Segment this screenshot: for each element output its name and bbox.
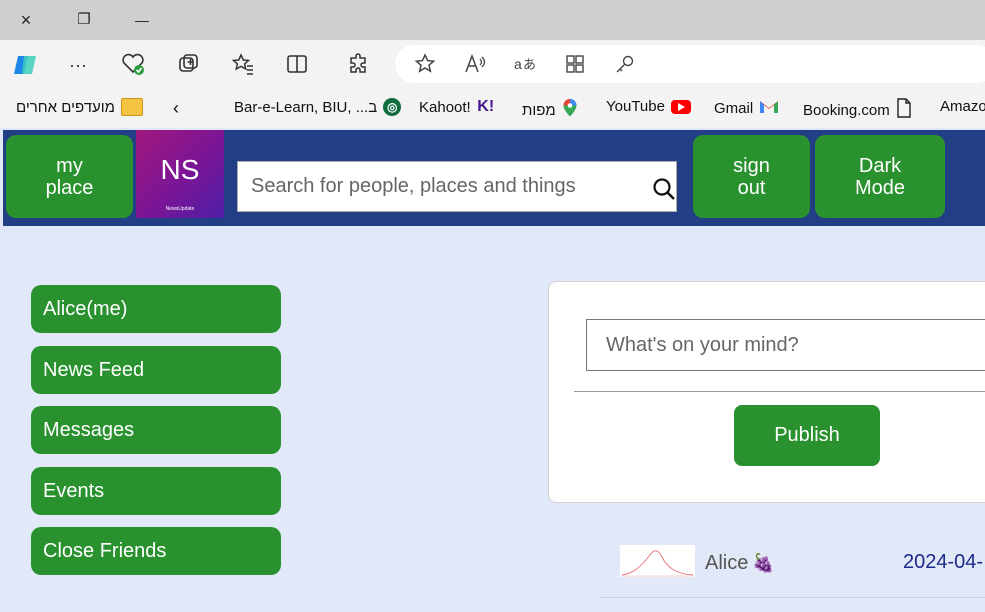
close-window-icon[interactable]: × [14,8,38,32]
search-box [237,161,677,212]
copilot-icon[interactable] [12,52,38,78]
svg-text:あ: あ [523,58,536,73]
key-icon[interactable] [613,53,637,75]
sidebar-item-messages[interactable]: Messages [31,406,281,454]
bookmark-label: Bar-e-Learn, BIU, ...ב [234,98,378,116]
minimize-window-icon[interactable]: — [130,8,154,32]
bookmark-gmail[interactable]: Gmail [714,98,779,118]
publish-button[interactable]: Publish [734,405,880,466]
bookmark-label: Amazo [940,98,985,115]
more-options-icon[interactable]: ··· [65,52,91,78]
post-author[interactable]: Alice 🍇 [705,552,775,575]
sidebar-item-events[interactable]: Events [31,467,281,515]
sidebar-item-news-feed[interactable]: News Feed [31,346,281,394]
post-date: 2024-04- [903,551,984,573]
browser-essentials-icon[interactable] [120,52,146,78]
search-input[interactable] [238,162,638,211]
logo-text: NS [160,154,200,185]
app-available-icon[interactable] [563,53,587,75]
folder-icon [120,98,143,116]
sign-out-button[interactable]: sign out [693,135,810,218]
composer-divider [574,391,985,392]
bookmark-amazon[interactable]: Amazo [940,98,985,115]
bookmark-label: מפות [522,101,556,119]
map-pin-icon [562,98,578,122]
collections-icon[interactable] [175,52,201,78]
bar-e-learn-icon: ◎ [383,98,402,116]
post-thumbnail[interactable] [620,545,695,577]
sidebar-item-close-friends[interactable]: Close Friends [31,527,281,575]
bookmarks-bar: מועדפים אחרים ‹ Bar-e-Learn, BIU, ...ב ◎… [0,88,985,128]
bookmark-label: YouTube [606,98,665,115]
my-place-button[interactable]: my place [6,135,133,218]
kahoot-icon: K! [477,98,495,115]
split-screen-icon[interactable] [284,52,310,78]
bookmark-other-favorites[interactable]: מועדפים אחרים [16,98,143,116]
post-composer-card [548,281,985,503]
post-divider [600,597,985,598]
post-author-name: Alice [705,552,749,574]
bookmark-youtube[interactable]: YouTube [606,98,691,115]
search-icon[interactable] [652,177,676,201]
translate-icon[interactable]: aあ [513,53,537,75]
bookmark-label: Booking.com [803,101,890,119]
bookmark-maps[interactable]: מפות [522,98,578,122]
svg-text:a: a [514,56,522,72]
bookmark-bar-e-learn[interactable]: Bar-e-Learn, BIU, ...ב ◎ [234,98,402,116]
gmail-icon [759,98,779,118]
window-titlebar: × ❐ — [0,0,985,40]
read-aloud-icon[interactable] [463,53,487,75]
bookmark-label: Kahoot! [419,98,471,116]
bookmark-kahoot[interactable]: Kahoot! K! [419,98,495,116]
bookmark-label: מועדפים אחרים [16,98,115,116]
bookmark-label: Gmail [714,99,754,117]
address-bar[interactable]: aあ [395,45,985,83]
bookmark-booking[interactable]: Booking.com [803,98,912,122]
youtube-icon [670,99,691,114]
chevron-left-icon[interactable]: ‹ [173,98,179,119]
restore-window-icon[interactable]: ❐ [72,8,96,32]
favorites-icon[interactable] [230,52,256,78]
grapes-icon: 🍇 [752,553,775,573]
dark-mode-button[interactable]: Dark Mode [815,135,945,218]
site-logo[interactable]: NS NewsUpdate [136,130,224,218]
page-icon [896,98,912,122]
whats-on-your-mind-input[interactable] [586,319,985,371]
logo-subtext: NewsUpdate [165,206,195,212]
star-icon[interactable] [413,53,437,75]
sidebar-item-alice-me[interactable]: Alice(me) [31,285,281,333]
extensions-icon[interactable] [346,52,372,78]
